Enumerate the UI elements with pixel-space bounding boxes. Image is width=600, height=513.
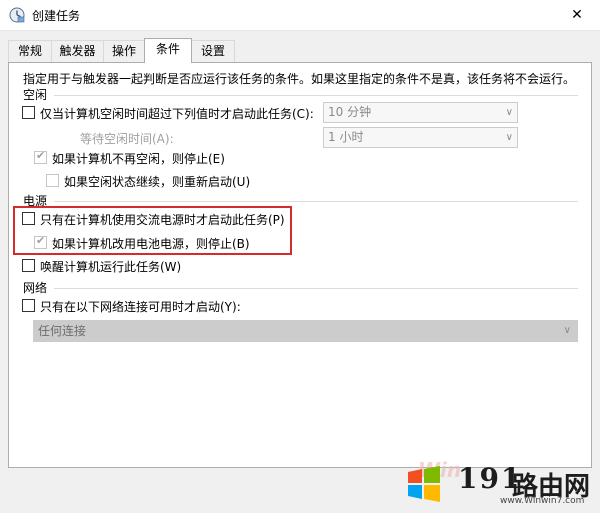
idle-group-divider [54, 95, 578, 96]
power-group-divider [54, 201, 578, 202]
tab-settings[interactable]: 设置 [191, 40, 235, 62]
wake-computer-checkbox[interactable] [22, 259, 35, 272]
start-idle-checkbox[interactable] [22, 106, 35, 119]
idle-group-label: 空闲 [23, 86, 52, 103]
stop-on-idle-end-checkbox[interactable]: ✔ [34, 149, 47, 164]
tab-general[interactable]: 常规 [8, 40, 52, 62]
idle-duration-dropdown[interactable]: 10 分钟 ∨ [323, 102, 518, 123]
window-title: 创建任务 [32, 9, 81, 23]
wake-computer-label: 唤醒计算机运行此任务(W) [40, 260, 182, 274]
wait-idle-label: 等待空闲时间(A): [80, 132, 174, 146]
stop-on-idle-end-label: 如果计算机不再空闲，则停止(E) [52, 152, 225, 166]
windows-logo-icon [408, 466, 440, 502]
tab-actions[interactable]: 操作 [103, 40, 145, 62]
network-group-divider [54, 288, 578, 289]
network-connection-value: 任何连接 [38, 324, 87, 338]
watermark: Win 191 路由网 www.Winwin7.com [404, 458, 590, 508]
restart-on-idle-checkbox[interactable] [46, 174, 59, 187]
checkmark-icon: ✔ [36, 149, 46, 162]
start-idle-label: 仅当计算机空闲时间超过下列值时才启动此任务(C): [40, 107, 314, 121]
wait-idle-value: 1 小时 [328, 130, 364, 144]
network-group-label: 网络 [23, 279, 52, 296]
tab-conditions[interactable]: 条件 [144, 38, 192, 63]
tab-triggers[interactable]: 触发器 [51, 40, 104, 62]
watermark-url: www.Winwin7.com [500, 496, 585, 506]
chevron-down-icon: ∨ [563, 325, 571, 336]
chevron-down-icon: ∨ [505, 107, 513, 118]
network-only-label: 只有在以下网络连接可用时才启动(Y): [40, 300, 241, 314]
restart-on-idle-label: 如果空闲状态继续，则重新启动(U) [64, 175, 251, 189]
wait-idle-dropdown[interactable]: 1 小时 ∨ [323, 127, 518, 148]
chevron-down-icon: ∨ [505, 132, 513, 143]
idle-duration-value: 10 分钟 [328, 105, 372, 119]
task-scheduler-icon [9, 7, 25, 23]
network-only-checkbox[interactable] [22, 299, 35, 312]
network-connection-dropdown[interactable]: 任何连接 ∨ [33, 320, 578, 342]
title-bar: 创建任务 ✕ [0, 0, 600, 31]
close-icon[interactable]: ✕ [554, 0, 600, 30]
description-text: 指定用于与触发器一起判断是否应运行该任务的条件。如果这里指定的条件不是真，该任务… [23, 72, 576, 86]
highlight-box [13, 206, 292, 255]
